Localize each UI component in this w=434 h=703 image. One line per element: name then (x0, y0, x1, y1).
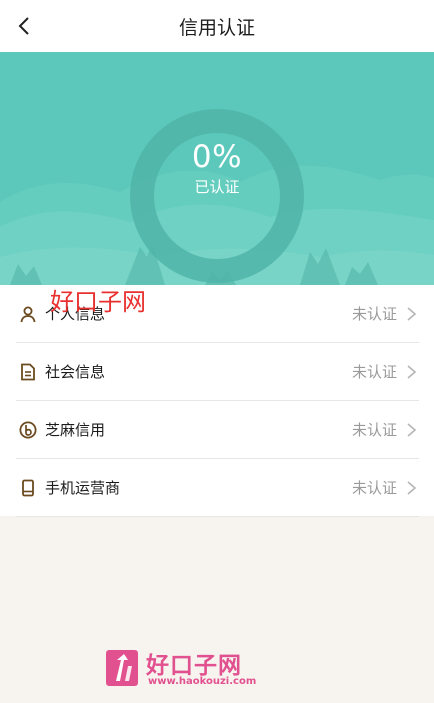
nav-header: 信用认证 (0, 0, 434, 52)
item-status: 未认证 (351, 305, 397, 323)
item-label: 社会信息 (45, 363, 106, 381)
item-label: 手机运营商 (45, 479, 121, 497)
sesame-icon (19, 421, 37, 439)
page-title: 信用认证 (178, 17, 255, 39)
document-icon (21, 363, 35, 381)
chevron-right-icon (407, 423, 417, 437)
item-status: 未认证 (351, 363, 397, 381)
credit-progress-banner: 0% 已认证 (0, 52, 434, 285)
item-social-info[interactable]: 社会信息 未认证 (16, 343, 419, 401)
progress-percent: 0% (191, 139, 243, 175)
item-label: 芝麻信用 (45, 421, 106, 439)
chevron-right-icon (407, 481, 417, 495)
person-icon (20, 306, 36, 323)
brand-logo-icon (106, 650, 138, 686)
item-mobile-carrier[interactable]: 手机运营商 未认证 (16, 459, 419, 517)
chevron-right-icon (407, 307, 417, 321)
phone-icon (22, 479, 34, 497)
watermark-brand: 好口子网 (146, 653, 242, 679)
chevron-right-icon (407, 365, 417, 379)
item-sesame-credit[interactable]: 芝麻信用 未认证 (16, 401, 419, 459)
verification-list: 个人信息 未认证 社会信息 未认证 芝麻信用 未认证 手机运营商 未认证 (0, 285, 434, 517)
watermark-logo: 好口子网 www.haokouzi.com (104, 646, 274, 690)
item-status: 未认证 (351, 421, 397, 439)
item-status: 未认证 (351, 479, 397, 497)
watermark-url: www.haokouzi.com (148, 676, 257, 687)
watermark-text: 好口子网 (50, 288, 146, 316)
progress-label: 已认证 (194, 178, 240, 196)
